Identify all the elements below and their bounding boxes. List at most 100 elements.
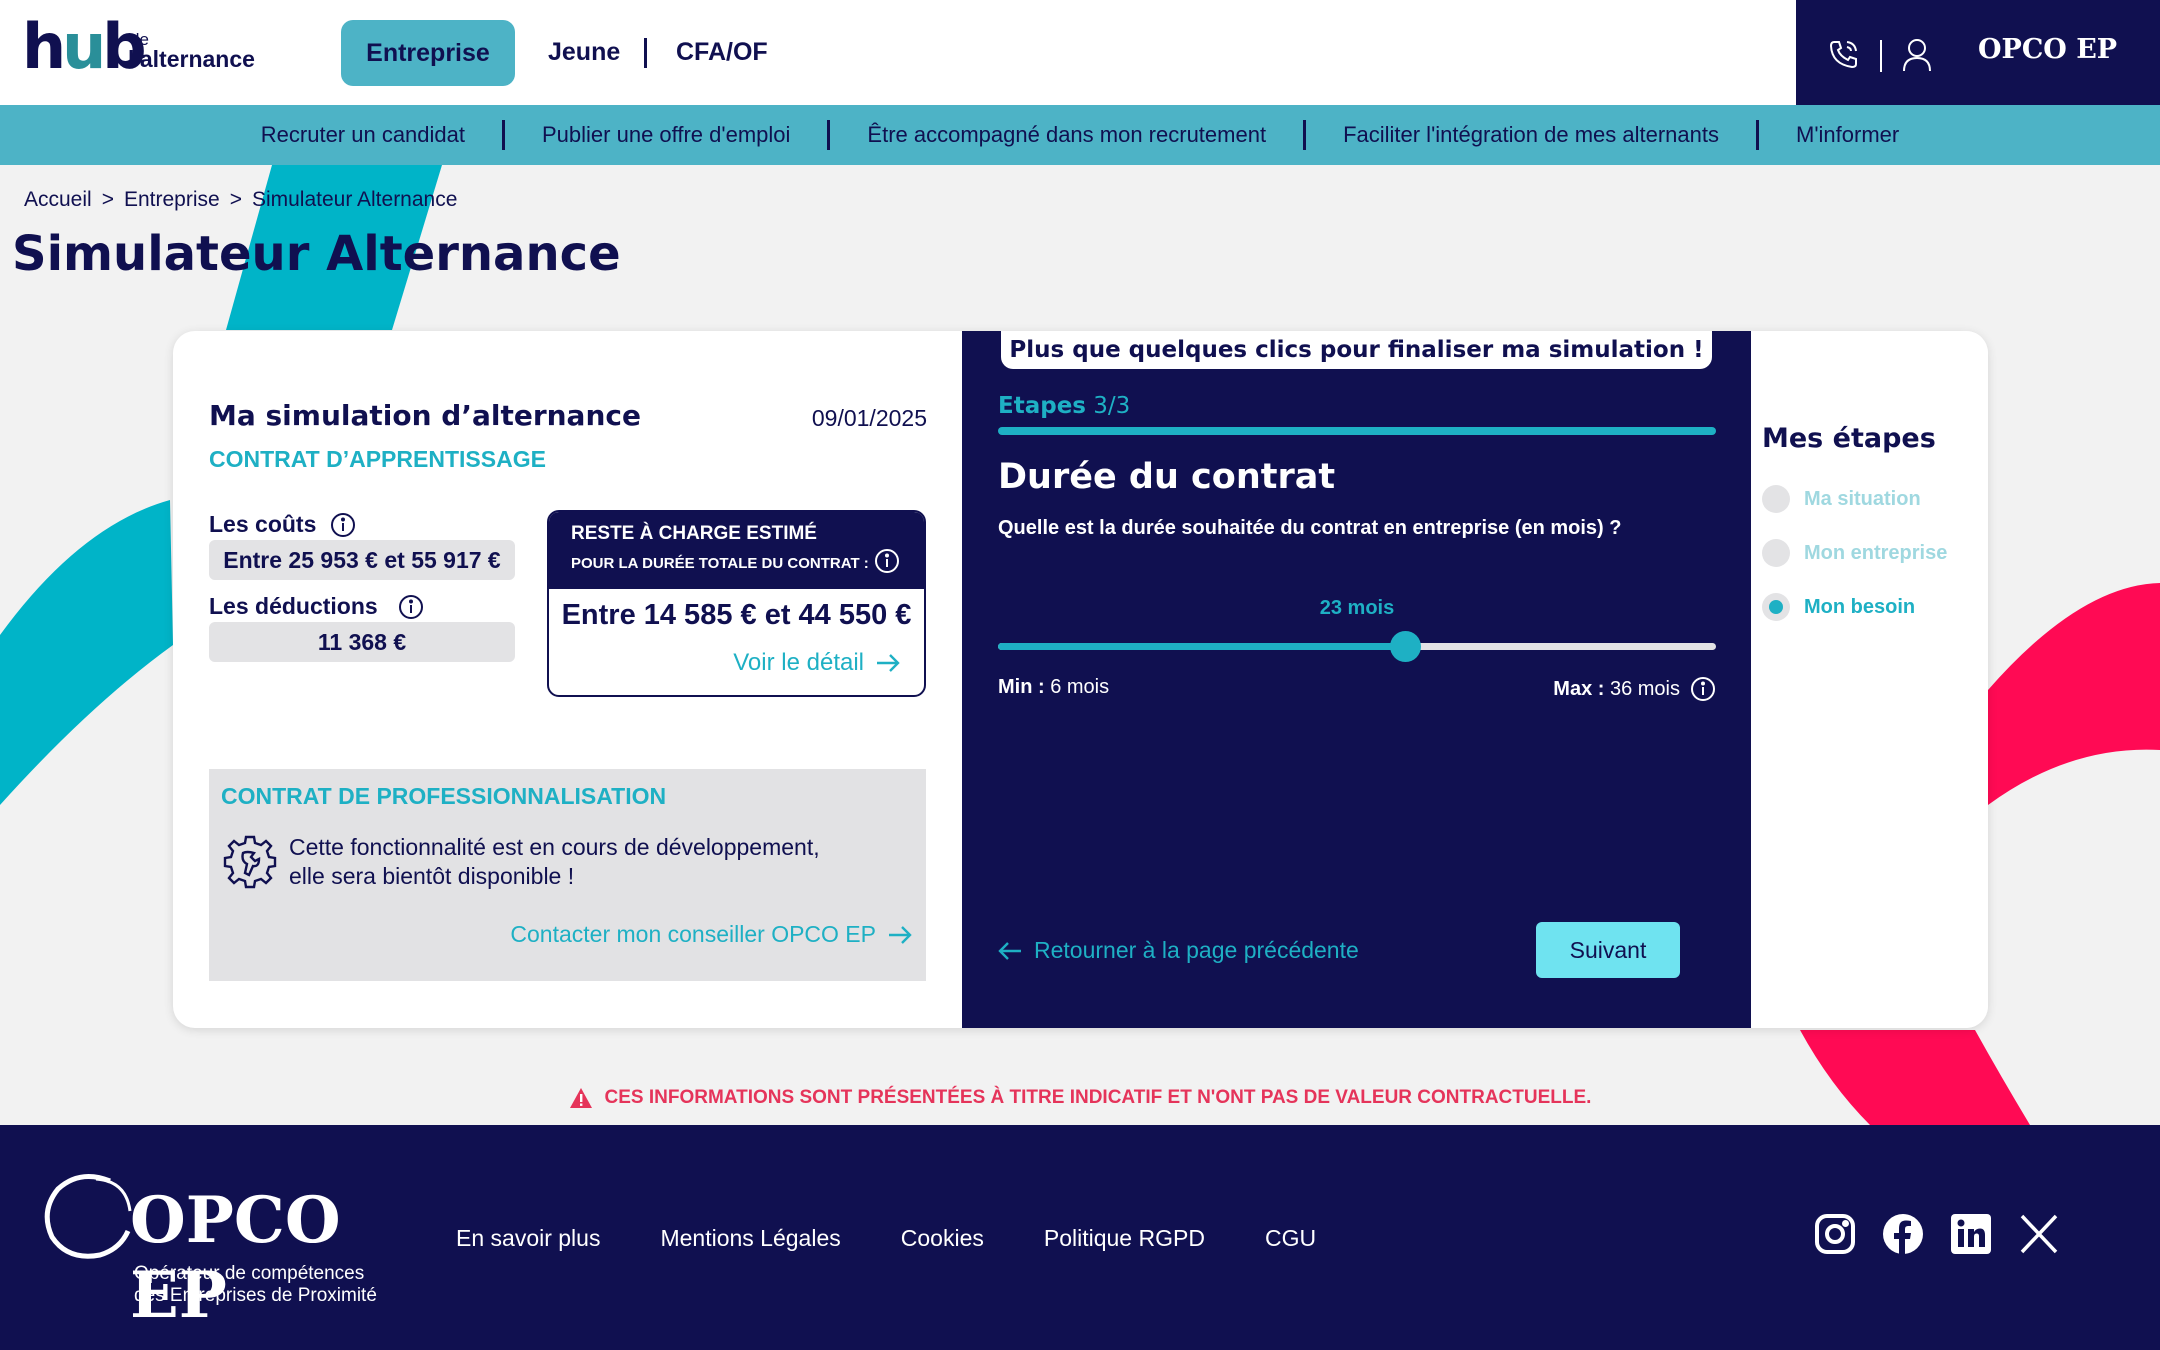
slider-min: Min : 6 mois	[998, 676, 1109, 699]
tab-entreprise[interactable]: Entreprise	[341, 20, 515, 86]
voir-detail-label: Voir le détail	[733, 649, 864, 676]
tab-divider	[644, 38, 647, 68]
contacter-conseiller-label: Contacter mon conseiller OPCO EP	[510, 921, 876, 947]
footer-link-en-savoir-plus[interactable]: En savoir plus	[456, 1225, 600, 1252]
professionnalisation-title: CONTRAT DE PROFESSIONNALISATION	[221, 783, 667, 809]
breadcrumb-current: Simulateur Alternance	[251, 188, 458, 211]
phone-icon[interactable]	[1828, 38, 1860, 70]
page-title: Simulateur Alternance	[12, 226, 621, 282]
back-link[interactable]: Retourner à la page précédente	[998, 937, 1359, 964]
slider-thumb[interactable]	[1389, 631, 1421, 662]
logo-ring-icon	[44, 1174, 132, 1259]
footer-link-mentions-legales[interactable]: Mentions Légales	[660, 1225, 840, 1252]
costs-label-text: Les coûts	[209, 511, 317, 537]
tab-cfa-of[interactable]: CFA/OF	[676, 38, 768, 67]
steps-sidebar: Mes étapes Ma situation Mon entreprise M…	[1751, 331, 1988, 1028]
slider-value-label: 23 mois	[1319, 597, 1395, 619]
form-panel: Plus que quelques clics pour finaliser m…	[962, 331, 1751, 1028]
breadcrumb-entreprise[interactable]: Entreprise	[124, 188, 220, 212]
deductions-label-text: Les déductions	[209, 593, 378, 619]
nav-etre-accompagne[interactable]: Être accompagné dans mon recrutement	[830, 122, 1303, 148]
contacter-conseiller-link[interactable]: Contacter mon conseiller OPCO EP	[510, 921, 912, 948]
slider-max-key: Max :	[1553, 677, 1605, 700]
header: hub de l'alternance Entreprise Jeune CFA…	[0, 0, 2160, 105]
footer-links: En savoir plus Mentions Légales Cookies …	[456, 1225, 1316, 1252]
info-icon[interactable]	[398, 594, 424, 620]
gear-wrench-icon	[223, 835, 277, 889]
footer-tagline-1: Opérateur de compétences	[134, 1263, 365, 1284]
step-ma-situation[interactable]: Ma situation	[1762, 485, 1921, 513]
nav-faciliter-integration[interactable]: Faciliter l'intégration de mes alternant…	[1306, 122, 1756, 148]
step-radio	[1762, 539, 1790, 567]
breadcrumb-separator: >	[229, 188, 242, 211]
nav-publier-offre[interactable]: Publier une offre d'emploi	[505, 122, 827, 148]
reste-a-charge-subtitle: POUR LA DURÉE TOTALE DU CONTRAT :	[571, 555, 869, 572]
step-label: Mon entreprise	[1804, 541, 1948, 564]
main-nav: Recruter un candidat Publier une offre d…	[0, 105, 2160, 165]
disclaimer-text: CES INFORMATIONS SONT PRÉSENTÉES À TITRE…	[604, 1087, 1592, 1108]
breadcrumb-separator: >	[101, 188, 114, 211]
steps-sidebar-title: Mes étapes	[1762, 423, 1936, 454]
steps-progress-bar	[998, 427, 1716, 435]
step-radio-active	[1762, 593, 1790, 621]
user-icon[interactable]	[1902, 38, 1932, 72]
info-icon[interactable]	[330, 512, 356, 538]
simulation-summary: Ma simulation d’alternance 09/01/2025 CO…	[173, 331, 962, 1028]
costs-value: Entre 25 953 € et 55 917 €	[209, 540, 515, 580]
professionnalisation-text: Cette fonctionnalité est en cours de dév…	[289, 833, 820, 891]
linkedin-icon[interactable]	[1950, 1213, 1992, 1255]
hub-alternance-logo[interactable]: hub de l'alternance	[22, 10, 272, 90]
step-label: Ma situation	[1804, 487, 1921, 510]
duration-slider[interactable]	[998, 631, 1716, 662]
opco-ep-logo-text: OPCO EP	[1978, 34, 2118, 65]
logo-hub: hub	[22, 10, 147, 83]
slider-max: Max : 36 mois	[1553, 676, 1716, 702]
instagram-icon[interactable]	[1814, 1213, 1856, 1255]
deductions-value: 11 368 €	[209, 622, 515, 662]
reste-a-charge-title: RESTE À CHARGE ESTIMÉ	[571, 523, 817, 544]
simulation-date: 09/01/2025	[811, 405, 927, 431]
step-mon-entreprise[interactable]: Mon entreprise	[1762, 539, 1947, 567]
professionnalisation-text-line1: Cette fonctionnalité est en cours de dév…	[289, 834, 820, 860]
footer-link-cgu[interactable]: CGU	[1265, 1225, 1316, 1252]
footer-link-cookies[interactable]: Cookies	[901, 1225, 984, 1252]
nav-recruter-candidat[interactable]: Recruter un candidat	[224, 122, 502, 148]
header-right-panel: OPCO EP	[1796, 0, 2160, 105]
footer-brand: OPCO EP	[130, 1183, 341, 1333]
step-radio	[1762, 485, 1790, 513]
back-link-label: Retourner à la page précédente	[1034, 937, 1359, 963]
facebook-icon[interactable]	[1882, 1213, 1924, 1255]
arrow-left-icon	[998, 941, 1021, 960]
info-icon[interactable]	[874, 548, 900, 574]
footer: OPCO EP Opérateur de compétences des Ent…	[0, 1125, 2160, 1350]
professionnalisation-box: CONTRAT DE PROFESSIONNALISATION Cette fo…	[209, 769, 926, 981]
arrow-right-icon	[889, 925, 912, 944]
opco-ep-logo[interactable]: OPCO EP	[1978, 34, 2117, 65]
tab-jeune[interactable]: Jeune	[548, 38, 620, 67]
x-icon[interactable]	[2018, 1213, 2060, 1255]
step-mon-besoin[interactable]: Mon besoin	[1762, 593, 1915, 621]
breadcrumb: Accueil > Entreprise > Simulateur Altern…	[24, 188, 457, 212]
breadcrumb-accueil[interactable]: Accueil	[24, 188, 92, 212]
reste-a-charge-amount: Entre 14 585 € et 44 550 €	[561, 599, 912, 631]
simulation-title: Ma simulation d’alternance	[209, 399, 641, 432]
next-button[interactable]: Suivant	[1536, 922, 1680, 978]
arrow-right-icon	[877, 654, 900, 672]
info-icon[interactable]	[1690, 676, 1716, 702]
logo-alternance: l'alternance	[128, 46, 255, 72]
finalize-banner: Plus que quelques clics pour finaliser m…	[1001, 331, 1712, 369]
slider-min-key: Min :	[998, 676, 1045, 698]
disclaimer: CES INFORMATIONS SONT PRÉSENTÉES À TITRE…	[0, 1087, 2160, 1109]
nav-m-informer[interactable]: M'informer	[1759, 122, 1936, 148]
steps-indicator: Etapes 3/3	[998, 393, 1130, 419]
question-text: Quelle est la durée souhaitée du contrat…	[998, 517, 1622, 539]
slider-min-text: 6 mois	[1050, 676, 1110, 698]
header-divider	[1880, 40, 1882, 72]
footer-opco-logo[interactable]: OPCO EP Opérateur de compétences des Ent…	[40, 1171, 400, 1333]
simulator-card: Ma simulation d’alternance 09/01/2025 CO…	[173, 331, 1988, 1028]
footer-link-politique-rgpd[interactable]: Politique RGPD	[1044, 1225, 1205, 1252]
question-title: Durée du contrat	[998, 457, 1336, 497]
steps-prefix: Etapes	[998, 393, 1086, 419]
voir-detail-link[interactable]: Voir le détail	[733, 649, 900, 677]
slider-fill	[998, 643, 1405, 650]
